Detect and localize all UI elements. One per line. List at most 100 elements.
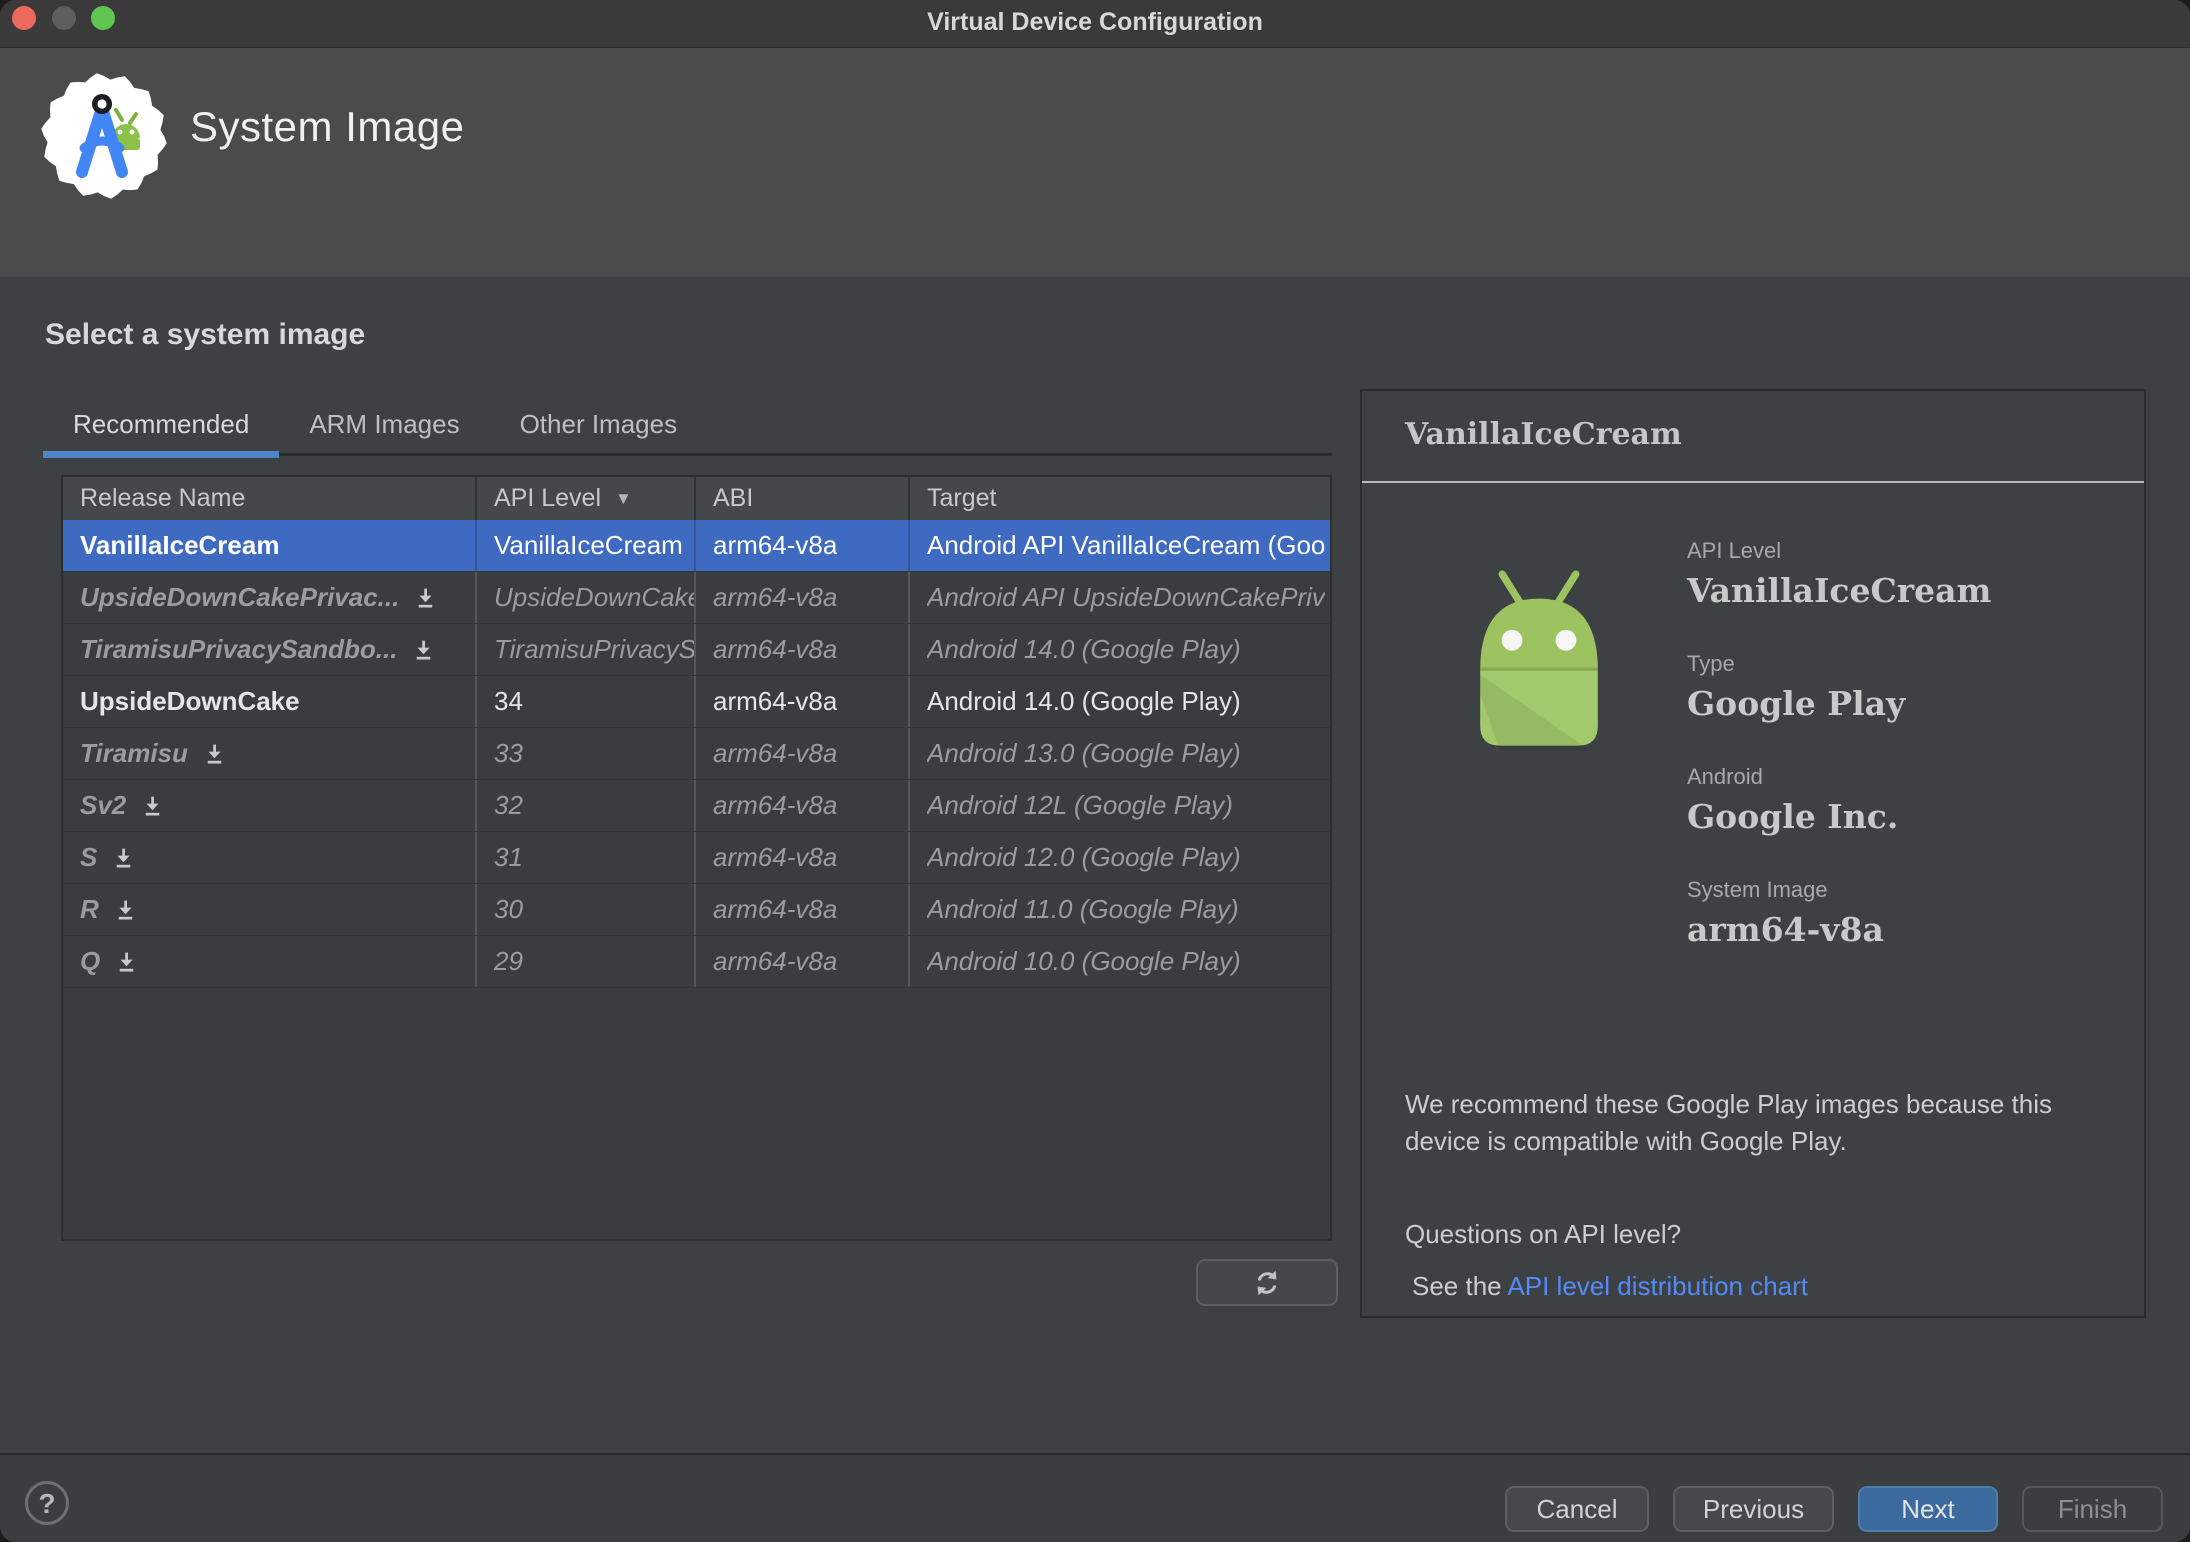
cell-abi: arm64-v8a: [696, 676, 910, 727]
release-name-text: Q: [80, 946, 101, 976]
see-the-prefix: See the: [1412, 1271, 1508, 1301]
release-name-text: S: [80, 842, 98, 872]
table-row-r[interactable]: R 30 arm64-v8a Android 11.0 (Google Play): [63, 884, 1330, 936]
column-header-label: ABI: [713, 484, 754, 512]
download-icon[interactable]: [202, 741, 227, 766]
help-button[interactable]: ?: [25, 1481, 69, 1525]
virtual-device-configuration-window: Virtual Device Configuration System Imag…: [0, 0, 2190, 1542]
cell-target: Android 13.0 (Google Play): [927, 738, 1241, 768]
cell-api-level: 30: [477, 884, 696, 935]
cell-api-level: 29: [477, 936, 696, 987]
field-value-system-image: arm64-v8a: [1687, 910, 1884, 949]
cell-api-level: 31: [477, 832, 696, 883]
page-title: System Image: [190, 103, 465, 150]
cell-abi: arm64-v8a: [696, 936, 910, 987]
cell-release-name: TiramisuPrivacySandbo...: [63, 624, 477, 675]
wizard-header: System Image: [0, 48, 2190, 277]
cell-release-name: R: [63, 884, 477, 935]
column-header-api-level[interactable]: API Level ▼: [477, 477, 696, 520]
sort-desc-icon: ▼: [615, 489, 632, 508]
field-value-android: Google Inc.: [1687, 797, 1899, 836]
table-row-sv2[interactable]: Sv2 32 arm64-v8a Android 12L (Google Play): [63, 780, 1330, 832]
download-icon[interactable]: [140, 793, 165, 818]
cancel-button[interactable]: Cancel: [1505, 1486, 1649, 1532]
table-row-tiramisu[interactable]: Tiramisu 33 arm64-v8a Android 13.0 (Google …: [63, 728, 1330, 780]
system-image-table: Release Name API Level ▼ ABI Target VanillaI…: [61, 475, 1332, 1241]
cell-api-level: TiramisuPrivacyS: [477, 624, 696, 675]
cell-target: Android 12.0 (Google Play): [927, 842, 1241, 872]
table-body: VanillaIceCream VanillaIceCream arm64-v8a A…: [63, 520, 1330, 988]
details-divider: [1362, 481, 2144, 483]
field-label-type: Type: [1687, 651, 1735, 676]
previous-button[interactable]: Previous: [1673, 1486, 1834, 1532]
details-panel: VanillaIceCream API Level VanillaIceCream…: [1360, 389, 2146, 1318]
see-the-text: See the API level distribution chart: [1412, 1271, 1808, 1302]
field-value-api-level: VanillaIceCream: [1687, 571, 1992, 610]
table-row-upsidedowncake[interactable]: UpsideDownCake 34 arm64-v8a Android 14.0 (G…: [63, 676, 1330, 728]
cell-abi: arm64-v8a: [696, 780, 910, 831]
release-name-text: UpsideDownCakePrivac...: [80, 582, 400, 612]
recommendation-text: We recommend these Google Play images be…: [1405, 1089, 2052, 1156]
cell-abi: arm64-v8a: [696, 572, 910, 623]
tab-arm-images[interactable]: ARM Images: [279, 398, 489, 458]
column-header-label: API Level: [494, 484, 602, 512]
cell-target: Android 14.0 (Google Play): [927, 686, 1241, 716]
release-name-text: VanillaIceCream: [80, 530, 280, 560]
cell-target: Android 11.0 (Google Play): [927, 894, 1239, 924]
cell-api-level: 34: [477, 676, 696, 727]
api-level-distribution-chart-link[interactable]: API level distribution chart: [1507, 1271, 1808, 1301]
android-studio-logo-icon: [38, 70, 170, 202]
column-header-target[interactable]: Target: [910, 477, 1330, 520]
table-row-s[interactable]: S 31 arm64-v8a Android 12.0 (Google Play): [63, 832, 1330, 884]
next-button[interactable]: Next: [1858, 1486, 1998, 1532]
cell-release-name: UpsideDownCake: [63, 676, 477, 727]
cell-release-name: VanillaIceCream: [63, 520, 477, 571]
table-header-row: Release Name API Level ▼ ABI Target: [63, 477, 1330, 520]
cell-target: Android 14.0 (Google Play): [927, 634, 1241, 664]
release-name-text: Tiramisu: [80, 738, 188, 768]
wizard-buttons: Cancel Previous Next Finish: [1505, 1486, 2163, 1532]
column-header-abi[interactable]: ABI: [696, 477, 910, 520]
cell-api-level: UpsideDownCake: [477, 572, 696, 623]
cell-release-name: S: [63, 832, 477, 883]
download-icon[interactable]: [113, 897, 138, 922]
field-label-system-image: System Image: [1687, 877, 1828, 902]
download-icon[interactable]: [411, 637, 436, 662]
cell-target: Android 10.0 (Google Play): [927, 946, 1241, 976]
field-value-type: Google Play: [1687, 684, 1906, 723]
section-heading: Select a system image: [45, 318, 366, 351]
refresh-button[interactable]: [1196, 1259, 1338, 1306]
cell-release-name: Q: [63, 936, 477, 987]
table-header: Release Name API Level ▼ ABI Target: [63, 477, 1330, 520]
title-bar: Virtual Device Configuration: [0, 0, 2190, 48]
download-icon[interactable]: [413, 585, 438, 610]
cell-target: Android 12L (Google Play): [927, 790, 1233, 820]
cell-api-level: 33: [477, 728, 696, 779]
cell-release-name: Sv2: [63, 780, 477, 831]
field-label-api-level: API Level: [1687, 538, 1782, 563]
column-header-release-name[interactable]: Release Name: [63, 477, 477, 520]
field-label-android: Android: [1687, 764, 1763, 789]
download-icon[interactable]: [114, 949, 139, 974]
cell-api-level: VanillaIceCream: [477, 520, 696, 571]
cell-abi: arm64-v8a: [696, 728, 910, 779]
tab-other-images[interactable]: Other Images: [490, 398, 708, 458]
cell-abi: arm64-v8a: [696, 520, 910, 571]
cell-abi: arm64-v8a: [696, 624, 910, 675]
cell-target: Android API UpsideDownCakePriv: [927, 582, 1325, 612]
refresh-icon: [1257, 1270, 1277, 1295]
table-row-upsidedowncakeprivac[interactable]: UpsideDownCakePrivac... UpsideDownCake arm…: [63, 572, 1330, 624]
tab-recommended[interactable]: Recommended: [43, 398, 280, 458]
cell-abi: arm64-v8a: [696, 884, 910, 935]
details-title: VanillaIceCream: [1405, 417, 1682, 452]
download-icon[interactable]: [111, 845, 136, 870]
table-row-vanillaicecream[interactable]: VanillaIceCream VanillaIceCream arm64-v8a A…: [63, 520, 1330, 572]
table-row-q[interactable]: Q 29 arm64-v8a Android 10.0 (Google Play): [63, 936, 1330, 988]
table-row-tiramisuprivacysandbo[interactable]: TiramisuPrivacySandbo... TiramisuPrivacyS…: [63, 624, 1330, 676]
release-name-text: R: [80, 894, 99, 924]
column-header-label: Release Name: [80, 484, 246, 512]
release-name-text: Sv2: [80, 790, 127, 820]
finish-button[interactable]: Finish: [2022, 1486, 2163, 1532]
cell-release-name: UpsideDownCakePrivac...: [63, 572, 477, 623]
column-header-label: Target: [927, 484, 997, 512]
